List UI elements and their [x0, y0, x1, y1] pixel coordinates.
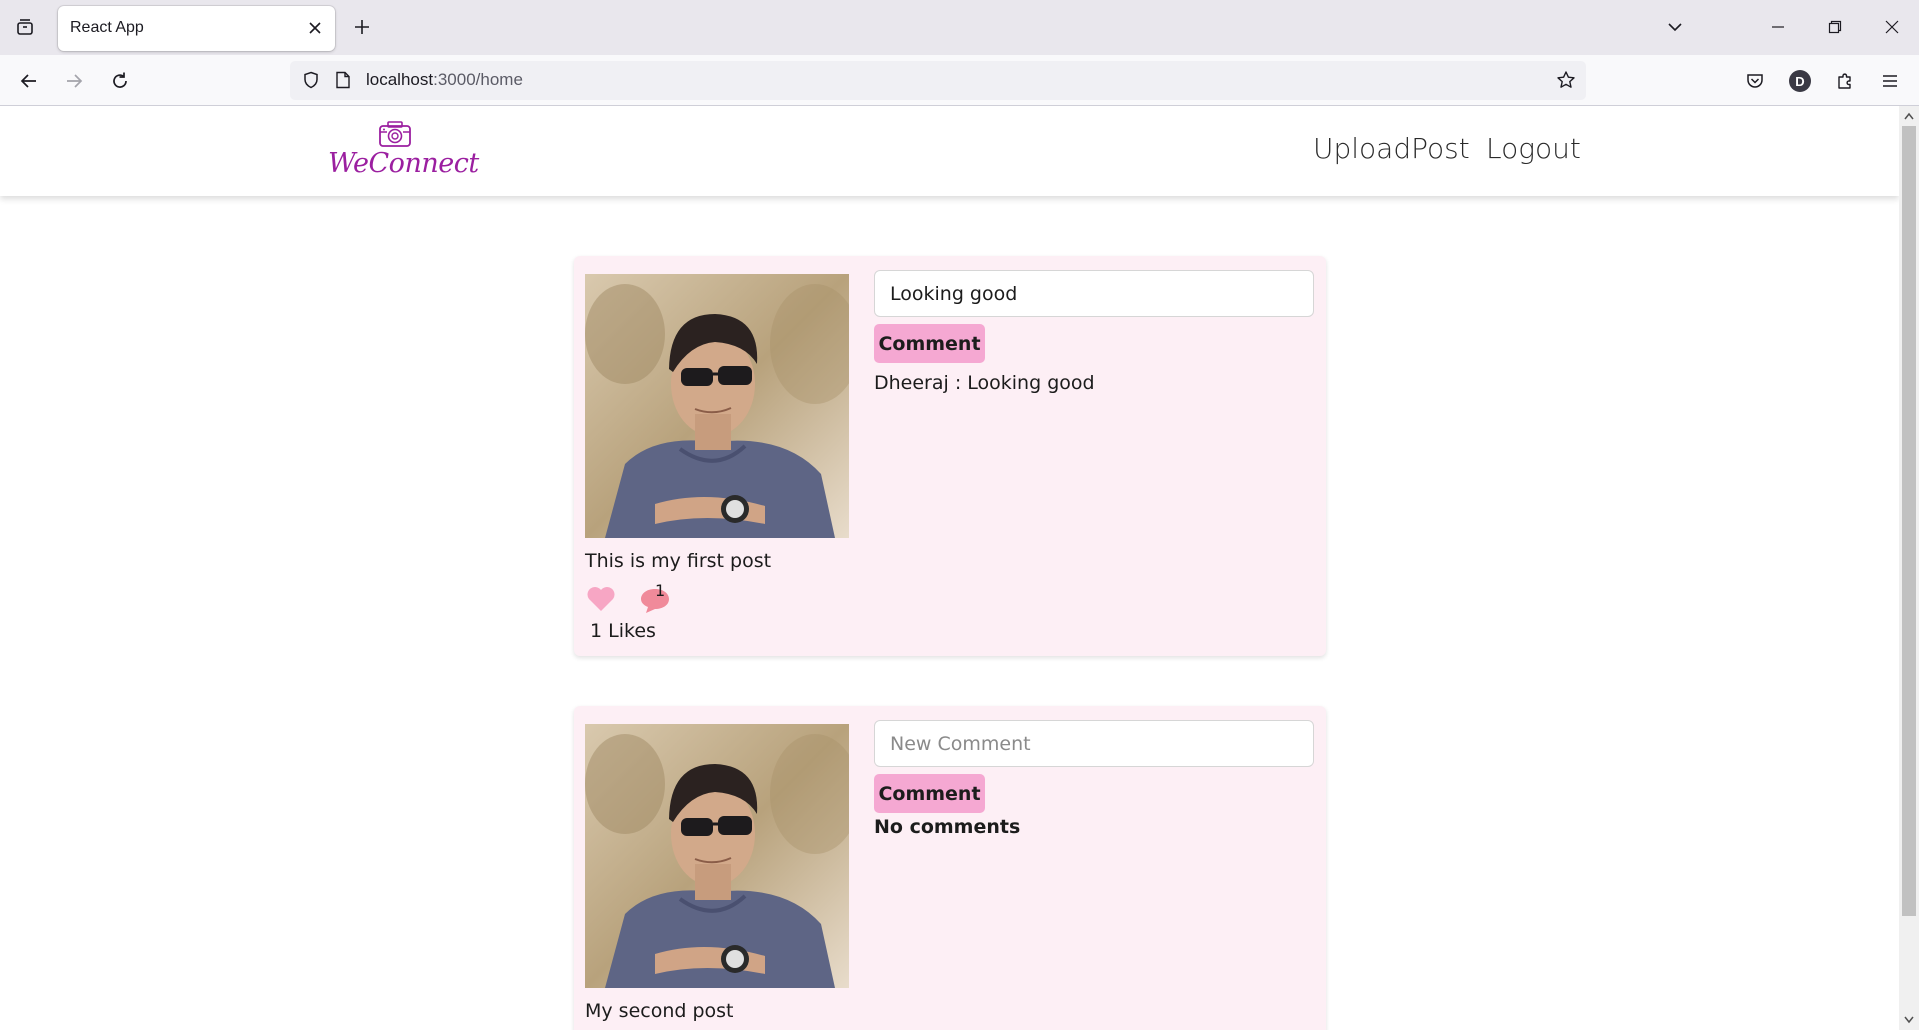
page-scrollbar[interactable]: [1899, 106, 1919, 1030]
scroll-down-arrow-icon[interactable]: [1903, 1014, 1915, 1026]
extensions-puzzle-icon[interactable]: [1829, 65, 1861, 97]
weconnect-logo[interactable]: WeConnect: [328, 120, 479, 180]
new-tab-plus-icon[interactable]: [347, 12, 377, 42]
avatar: D: [1789, 70, 1811, 92]
scroll-up-arrow-icon[interactable]: [1903, 110, 1915, 122]
comment-count: 1: [655, 581, 666, 600]
tab-title: React App: [70, 19, 144, 36]
bookmark-star-icon[interactable]: [1554, 68, 1578, 92]
post-card: This is my first post 1 1 Likes Comment …: [574, 256, 1326, 656]
hamburger-menu-icon[interactable]: [1874, 65, 1906, 97]
nav-logout-link[interactable]: Logout: [1486, 132, 1581, 165]
post-card: My second post Comment No comments: [574, 706, 1326, 1030]
post-image: [585, 274, 849, 538]
pocket-icon[interactable]: [1739, 65, 1771, 97]
man-with-sunglasses-photo: [585, 724, 849, 988]
comment-input[interactable]: [874, 720, 1314, 767]
browser-tab-active[interactable]: React App: [58, 6, 335, 51]
url-text[interactable]: localhost:3000/home: [366, 70, 523, 90]
page-viewport: WeConnect UploadPost Logout This is my f…: [0, 106, 1899, 1030]
chevron-down-icon[interactable]: [1660, 12, 1690, 42]
browser-tab-bar: React App: [0, 0, 1919, 55]
account-avatar-icon[interactable]: D: [1784, 65, 1816, 97]
logo-text: WeConnect: [328, 148, 479, 179]
no-comments-text: No comments: [874, 816, 1021, 838]
comment-input[interactable]: [874, 270, 1314, 317]
comment-button[interactable]: Comment: [874, 324, 985, 363]
browser-nav-bar: localhost:3000/home D: [0, 55, 1919, 106]
nav-upload-post-link[interactable]: UploadPost: [1313, 132, 1470, 165]
post-caption: My second post: [585, 1000, 734, 1022]
address-bar[interactable]: localhost:3000/home: [290, 61, 1586, 100]
post-caption: This is my first post: [585, 550, 772, 572]
heart-icon[interactable]: [586, 586, 616, 612]
shield-icon[interactable]: [300, 69, 322, 91]
page-icon[interactable]: [332, 69, 354, 91]
site-header: WeConnect UploadPost Logout: [0, 106, 1899, 196]
post-image: [585, 724, 849, 988]
url-path: :3000/home: [433, 70, 523, 89]
scrollbar-thumb[interactable]: [1902, 126, 1916, 916]
likes-count: 1 Likes: [590, 620, 656, 642]
url-host: localhost: [366, 70, 434, 89]
window-restore-icon[interactable]: [1812, 8, 1858, 46]
camera-icon: [379, 121, 411, 147]
back-arrow-icon[interactable]: [12, 64, 46, 98]
close-icon[interactable]: [303, 16, 327, 40]
window-close-icon[interactable]: [1869, 8, 1915, 46]
tab-list-icon[interactable]: [10, 12, 40, 42]
window-minimize-icon[interactable]: [1755, 8, 1801, 46]
comment-button[interactable]: Comment: [874, 774, 985, 813]
man-with-sunglasses-photo: [585, 274, 849, 538]
forward-arrow-icon[interactable]: [57, 64, 91, 98]
reload-icon[interactable]: [103, 64, 137, 98]
comment-item: Dheeraj : Looking good: [874, 372, 1095, 394]
